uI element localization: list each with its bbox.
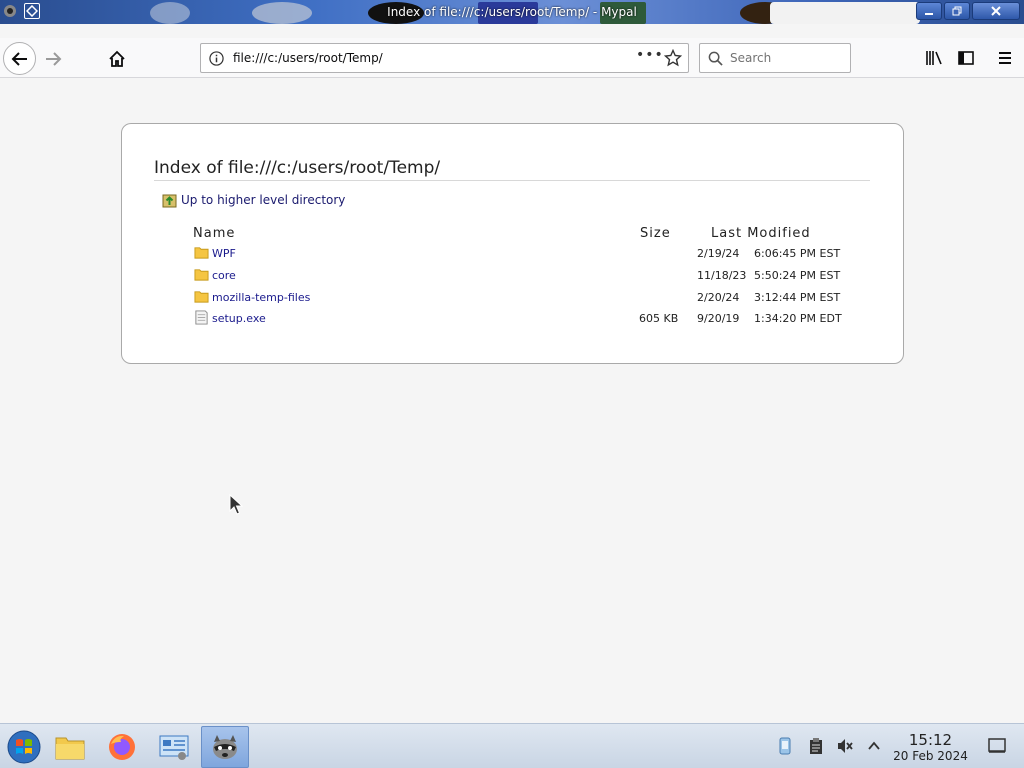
clock-date: 20 Feb 2024 xyxy=(893,749,968,763)
forward-arrow-icon xyxy=(46,52,62,66)
column-header-name[interactable]: Name xyxy=(193,226,235,241)
info-icon[interactable] xyxy=(209,51,224,66)
control-panel-icon xyxy=(159,735,189,760)
table-row: core 11/18/23 5:50:24 PM EST xyxy=(194,267,844,285)
table-row: setup.exe 605 KB 9/20/19 1:34:20 PM EDT xyxy=(194,310,844,328)
maximize-button[interactable] xyxy=(944,2,970,20)
file-size: 605 KB xyxy=(639,312,679,325)
file-link[interactable]: core xyxy=(212,269,236,282)
table-row: WPF 2/19/24 6:06:45 PM EST xyxy=(194,245,844,263)
url-text[interactable]: file:///c:/users/root/Temp/ xyxy=(233,51,383,65)
sidebar-button[interactable] xyxy=(955,47,977,69)
firefox-icon xyxy=(109,734,135,760)
file-time: 3:12:44 PM EST xyxy=(754,291,841,304)
url-bar[interactable]: file:///c:/users/root/Temp/ ••• xyxy=(200,43,689,73)
folder-up-icon xyxy=(162,194,177,208)
folder-icon xyxy=(194,247,209,259)
folder-icon xyxy=(55,737,85,760)
menu-button[interactable] xyxy=(994,47,1016,69)
file-date: 9/20/19 xyxy=(697,312,740,325)
folder-icon xyxy=(194,269,209,281)
taskbar-file-explorer[interactable] xyxy=(46,726,94,768)
tray-network-icon[interactable] xyxy=(776,737,794,755)
column-header-size[interactable]: Size xyxy=(640,226,671,241)
search-icon xyxy=(708,51,723,66)
sidebar-icon xyxy=(958,51,974,65)
show-desktop-icon[interactable] xyxy=(988,737,1006,755)
forward-button[interactable] xyxy=(41,47,65,71)
file-time: 5:50:24 PM EST xyxy=(754,269,841,282)
mouse-cursor-icon xyxy=(229,494,243,515)
file-date: 11/18/23 xyxy=(697,269,747,282)
tray-volume-muted-icon[interactable] xyxy=(836,737,854,755)
tray-clipboard-icon[interactable] xyxy=(807,737,825,755)
taskbar-clock[interactable]: 15:12 20 Feb 2024 xyxy=(888,731,973,764)
start-button[interactable] xyxy=(0,726,48,768)
close-button[interactable] xyxy=(972,2,1020,20)
taskbar-control-panel[interactable] xyxy=(150,726,198,768)
file-time: 1:34:20 PM EDT xyxy=(754,312,842,325)
window-titlebar: Index of file:///c:/users/root/Temp/ - M… xyxy=(0,0,1024,24)
clock-time: 15:12 xyxy=(908,731,953,749)
tray-overflow-chevron-up-icon[interactable] xyxy=(865,737,883,755)
raccoon-icon xyxy=(213,735,237,759)
taskbar-mypal[interactable] xyxy=(201,726,249,768)
home-icon xyxy=(109,50,125,67)
close-icon xyxy=(991,6,1001,16)
navigation-toolbar: file:///c:/users/root/Temp/ ••• Search xyxy=(0,38,1024,78)
file-link[interactable]: mozilla-temp-files xyxy=(212,291,310,304)
windows-logo-icon xyxy=(7,730,41,764)
minimize-icon xyxy=(925,13,933,15)
hamburger-icon xyxy=(999,52,1011,64)
taskbar: 15:12 20 Feb 2024 xyxy=(0,723,1024,768)
taskbar-firefox[interactable] xyxy=(98,726,146,768)
window-title: Index of file:///c:/users/root/Temp/ - M… xyxy=(387,5,637,19)
search-bar[interactable]: Search xyxy=(699,43,851,73)
column-header-modified[interactable]: Last Modified xyxy=(711,226,811,241)
minimize-button[interactable] xyxy=(916,2,942,20)
search-placeholder: Search xyxy=(730,51,772,65)
file-time: 6:06:45 PM EST xyxy=(754,247,841,260)
page-actions-icon[interactable]: ••• xyxy=(636,47,664,63)
file-link[interactable]: setup.exe xyxy=(212,312,266,325)
window-controls xyxy=(914,2,1020,20)
file-date: 2/19/24 xyxy=(697,247,740,260)
file-link[interactable]: WPF xyxy=(212,247,236,260)
restore-icon xyxy=(952,6,962,16)
library-button[interactable] xyxy=(923,47,945,69)
folder-icon xyxy=(194,291,209,303)
back-button[interactable] xyxy=(3,42,36,75)
file-icon xyxy=(195,310,208,325)
file-date: 2/20/24 xyxy=(697,291,740,304)
parent-directory-link[interactable]: Up to higher level directory xyxy=(162,192,345,208)
bookmark-star-icon[interactable] xyxy=(664,49,682,67)
parent-directory-label[interactable]: Up to higher level directory xyxy=(181,193,345,207)
home-button[interactable] xyxy=(104,46,130,72)
table-row: mozilla-temp-files 2/20/24 3:12:44 PM ES… xyxy=(194,289,844,307)
back-arrow-icon xyxy=(11,51,27,66)
library-icon xyxy=(926,51,942,65)
page-title: Index of file:///c:/users/root/Temp/ xyxy=(154,158,870,181)
directory-listing: Index of file:///c:/users/root/Temp/ Up … xyxy=(121,123,904,364)
